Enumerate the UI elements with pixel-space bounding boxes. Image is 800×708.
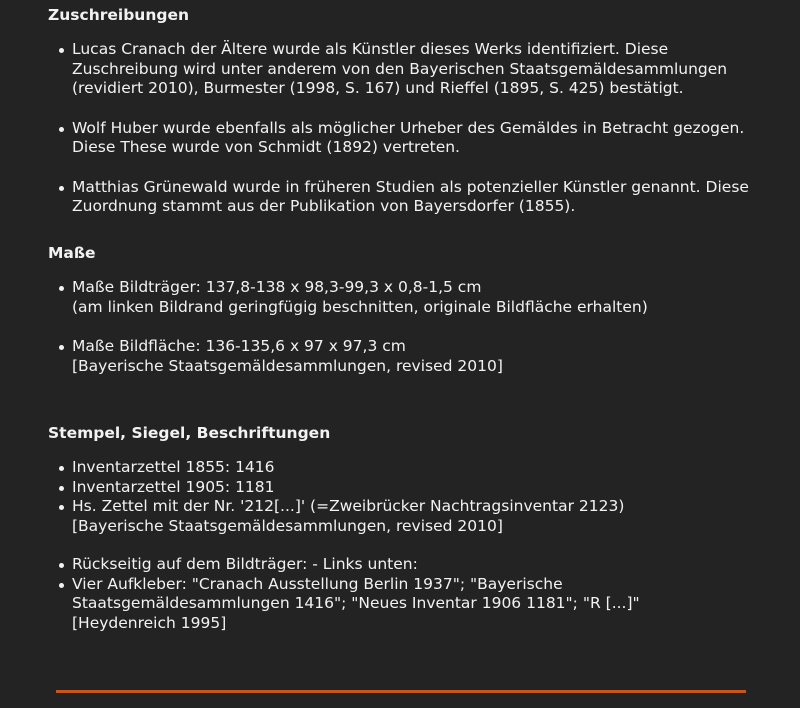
inscriptions-list: Inventarzettel 1855: 1416 Inventarzettel…: [48, 458, 764, 633]
list-item: Hs. Zettel mit der Nr. '212[...]' (=Zwei…: [48, 497, 764, 536]
list-item: Maße Bildfläche: 136-135,6 x 97 x 97,3 c…: [48, 337, 764, 376]
dimension-value: Maße Bildträger: 137,8-138 x 98,3-99,3 x…: [72, 278, 482, 296]
dimensions-list: Maße Bildträger: 137,8-138 x 98,3-99,3 x…: [48, 278, 764, 376]
list-item: Wolf Huber wurde ebenfalls als möglicher…: [48, 119, 764, 158]
list-item: Inventarzettel 1855: 1416: [48, 458, 764, 478]
list-item: Vier Aufkleber: "Cranach Ausstellung Ber…: [48, 575, 764, 634]
inscription-text: Hs. Zettel mit der Nr. '212[...]' (=Zwei…: [72, 497, 625, 515]
section-heading-masse: Maße: [48, 244, 96, 262]
dimension-note: [Bayerische Staatsgemäldesammlungen, rev…: [72, 356, 503, 375]
list-item: Matthias Grünewald wurde in früheren Stu…: [48, 178, 764, 217]
inscription-text: Vier Aufkleber: "Cranach Ausstellung Ber…: [72, 574, 640, 613]
attribution-list: Lucas Cranach der Ältere wurde als Künst…: [48, 40, 764, 217]
section-heading-stempel: Stempel, Siegel, Beschriftungen: [48, 424, 331, 442]
inscription-source: [Bayerische Staatsgemäldesammlungen, rev…: [72, 516, 503, 535]
inscription-source: [Heydenreich 1995]: [72, 613, 227, 632]
list-item: Lucas Cranach der Ältere wurde als Künst…: [48, 40, 764, 99]
list-item: Inventarzettel 1905: 1181: [48, 478, 764, 498]
dimension-note: (am linken Bildrand geringfügig beschnit…: [72, 297, 648, 316]
list-item: Maße Bildträger: 137,8-138 x 98,3-99,3 x…: [48, 278, 764, 317]
dimension-value: Maße Bildfläche: 136-135,6 x 97 x 97,3 c…: [72, 337, 406, 355]
section-divider: [56, 690, 746, 693]
section-heading-zuschreibungen: Zuschreibungen: [48, 6, 189, 24]
list-item: Rückseitig auf dem Bildträger: - Links u…: [48, 555, 764, 575]
